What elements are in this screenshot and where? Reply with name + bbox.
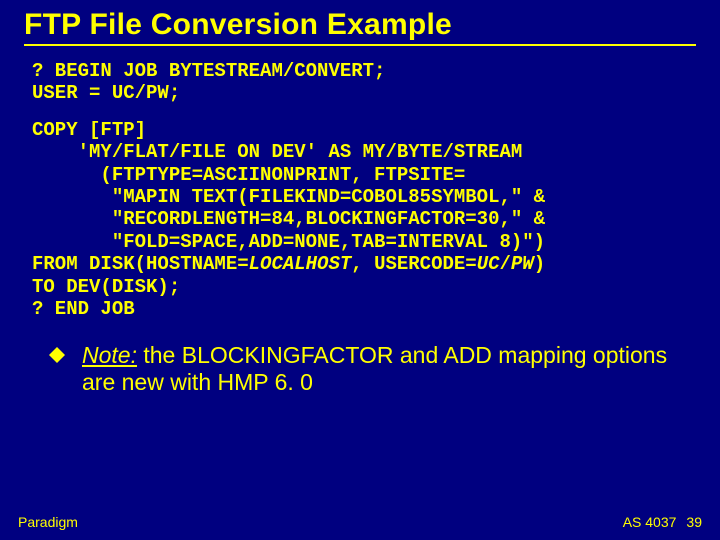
- title-underline: [24, 44, 696, 46]
- code-line: 'MY/FLAT/FILE ON DEV' AS MY/BYTE/STREAM: [32, 141, 522, 163]
- note-text: Note: the BLOCKINGFACTOR and ADD mapping…: [82, 342, 684, 395]
- code-line-from: FROM DISK(HOSTNAME=LOCALHOST, USERCODE=U…: [32, 253, 545, 275]
- code-block-2: COPY [FTP] 'MY/FLAT/FILE ON DEV' AS MY/B…: [24, 119, 696, 321]
- note-label: Note:: [82, 342, 137, 368]
- footer-left: Paradigm: [18, 514, 78, 530]
- page-number: 39: [686, 514, 702, 530]
- code-line: ? BEGIN JOB BYTESTREAM/CONVERT;: [32, 60, 385, 82]
- code-line: ? END JOB: [32, 298, 135, 320]
- code-line: COPY [FTP]: [32, 119, 146, 141]
- code-line: USER = UC/PW;: [32, 82, 180, 104]
- code-line: "RECORDLENGTH=84,BLOCKINGFACTOR=30," &: [32, 208, 545, 230]
- note-body: the BLOCKINGFACTOR and ADD mapping optio…: [82, 342, 667, 394]
- code-line: "MAPIN TEXT(FILEKIND=COBOL85SYMBOL," &: [32, 186, 545, 208]
- footer-right: AS 4037 39: [623, 514, 702, 530]
- diamond-bullet-icon: [48, 346, 66, 364]
- code-line: TO DEV(DISK);: [32, 276, 180, 298]
- code-line: (FTPTYPE=ASCIINONPRINT, FTPSITE=: [32, 164, 465, 186]
- code-line: "FOLD=SPACE,ADD=NONE,TAB=INTERVAL 8)"): [32, 231, 545, 253]
- footer-code: AS 4037: [623, 514, 677, 530]
- slide-title: FTP File Conversion Example: [24, 8, 696, 42]
- code-block-1: ? BEGIN JOB BYTESTREAM/CONVERT; USER = U…: [24, 60, 696, 105]
- note-bullet-row: Note: the BLOCKINGFACTOR and ADD mapping…: [24, 342, 696, 395]
